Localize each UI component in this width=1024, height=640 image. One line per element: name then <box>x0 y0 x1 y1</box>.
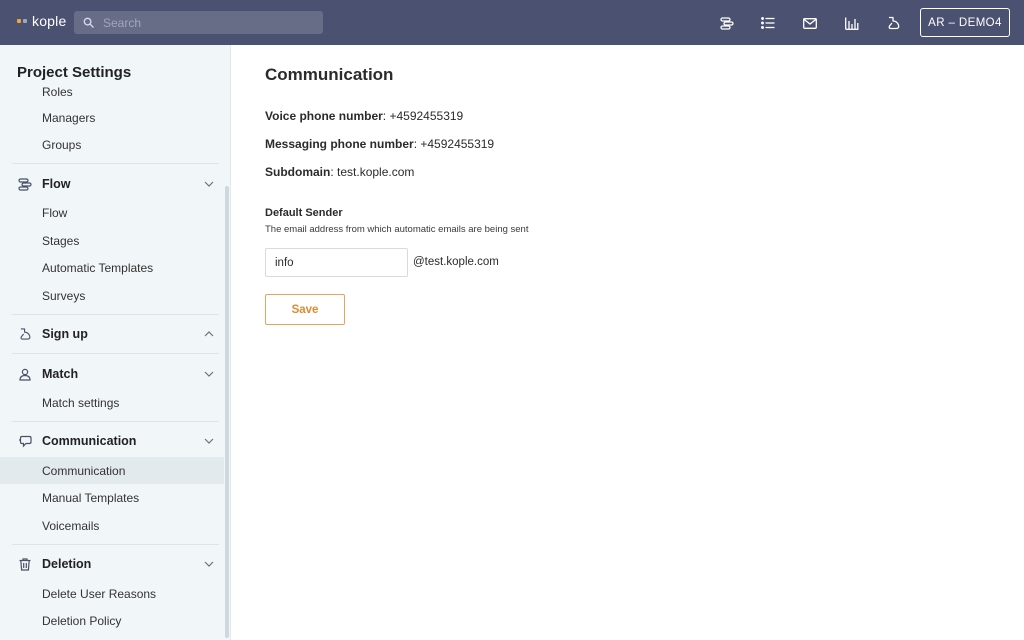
divider <box>12 314 219 315</box>
match-icon <box>17 366 33 382</box>
sidebar-item-voicemails[interactable]: Voicemails <box>0 512 224 539</box>
sidebar-item-groups[interactable]: Groups <box>0 131 224 158</box>
subdomain-label: Subdomain <box>265 165 331 179</box>
section-match[interactable]: Match <box>0 361 224 387</box>
subdomain-value: test.kople.com <box>337 165 415 179</box>
chart-icon[interactable] <box>842 13 862 33</box>
sidebar-scrollbar[interactable] <box>225 186 229 638</box>
save-button[interactable]: Save <box>265 294 345 325</box>
sidebar-title: Project Settings <box>17 64 132 81</box>
chevron-down-icon[interactable] <box>203 435 215 447</box>
sidebar-item-stages[interactable]: Stages <box>0 227 224 254</box>
messaging-phone-value: +4592455319 <box>420 137 495 151</box>
sidebar-item-deletion-policy[interactable]: Deletion Policy <box>0 607 224 634</box>
sidebar-item-roles[interactable]: Roles <box>0 84 224 99</box>
sidebar-item-delete-user-reasons[interactable]: Delete User Reasons <box>0 580 224 607</box>
logo-dot-gray <box>23 19 27 23</box>
logo[interactable]: kople <box>17 13 66 29</box>
voice-phone-row: Voice phone number: +4592455319 <box>265 109 464 123</box>
sidebar-item-flow[interactable]: Flow <box>0 199 224 226</box>
search-input[interactable] <box>103 15 303 30</box>
search-icon <box>83 17 94 28</box>
flow-icon <box>17 176 33 192</box>
flow-icon[interactable] <box>717 13 737 33</box>
section-match-label: Match <box>42 367 79 381</box>
divider <box>12 421 219 422</box>
default-sender-description: The email address from which automatic e… <box>265 224 529 235</box>
chevron-down-icon[interactable] <box>203 178 215 190</box>
signup-icon <box>17 326 33 342</box>
sidebar-item-automatic-templates[interactable]: Automatic Templates <box>0 254 224 281</box>
sidebar-item-manual-templates[interactable]: Manual Templates <box>0 484 224 511</box>
sidebar-scroll-area[interactable]: Roles Managers Groups Flow Flow Stages A… <box>0 84 230 640</box>
section-flow-label: Flow <box>42 177 71 191</box>
section-deletion[interactable]: Deletion <box>0 551 224 577</box>
top-bar: kople AR – DEMO4 <box>0 0 1024 45</box>
voice-phone-value: +4592455319 <box>389 109 464 123</box>
chevron-down-icon[interactable] <box>203 558 215 570</box>
default-sender-heading: Default Sender <box>265 207 343 219</box>
messaging-phone-row: Messaging phone number: +4592455319 <box>265 137 495 151</box>
divider <box>12 163 219 164</box>
search-box[interactable] <box>74 11 323 34</box>
section-flow[interactable]: Flow <box>0 171 224 197</box>
sidebar: Project Settings Roles Managers Groups F… <box>0 45 231 640</box>
section-deletion-label: Deletion <box>42 557 92 571</box>
sidebar-item-managers[interactable]: Managers <box>0 104 224 131</box>
sidebar-item-surveys[interactable]: Surveys <box>0 282 224 309</box>
logo-text: kople <box>32 13 67 29</box>
logo-dot-orange <box>17 19 21 23</box>
trash-icon <box>17 556 33 572</box>
sidebar-item-communication[interactable]: Communication <box>0 457 224 484</box>
chat-icon <box>17 433 33 449</box>
divider <box>12 353 219 354</box>
section-communication[interactable]: Communication <box>0 428 224 454</box>
voice-phone-label: Voice phone number <box>265 109 383 123</box>
sidebar-item-match-settings[interactable]: Match settings <box>0 389 224 416</box>
section-sign-up[interactable]: Sign up <box>0 321 224 347</box>
signup-icon[interactable] <box>884 13 904 33</box>
section-communication-label: Communication <box>42 434 137 448</box>
messaging-phone-label: Messaging phone number <box>265 137 414 151</box>
default-sender-input[interactable] <box>265 248 408 277</box>
mail-icon[interactable] <box>800 13 820 33</box>
divider <box>12 544 219 545</box>
chevron-up-icon[interactable] <box>203 328 215 340</box>
subdomain-row: Subdomain: test.kople.com <box>265 165 415 179</box>
chevron-down-icon[interactable] <box>203 368 215 380</box>
main-content: Communication Voice phone number: +45924… <box>232 45 1024 640</box>
user-project-button[interactable]: AR – DEMO4 <box>920 8 1010 37</box>
sender-domain-suffix: @test.kople.com <box>413 256 499 268</box>
page-title: Communication <box>265 65 394 84</box>
section-sign-up-label: Sign up <box>42 327 88 341</box>
list-icon[interactable] <box>758 13 778 33</box>
